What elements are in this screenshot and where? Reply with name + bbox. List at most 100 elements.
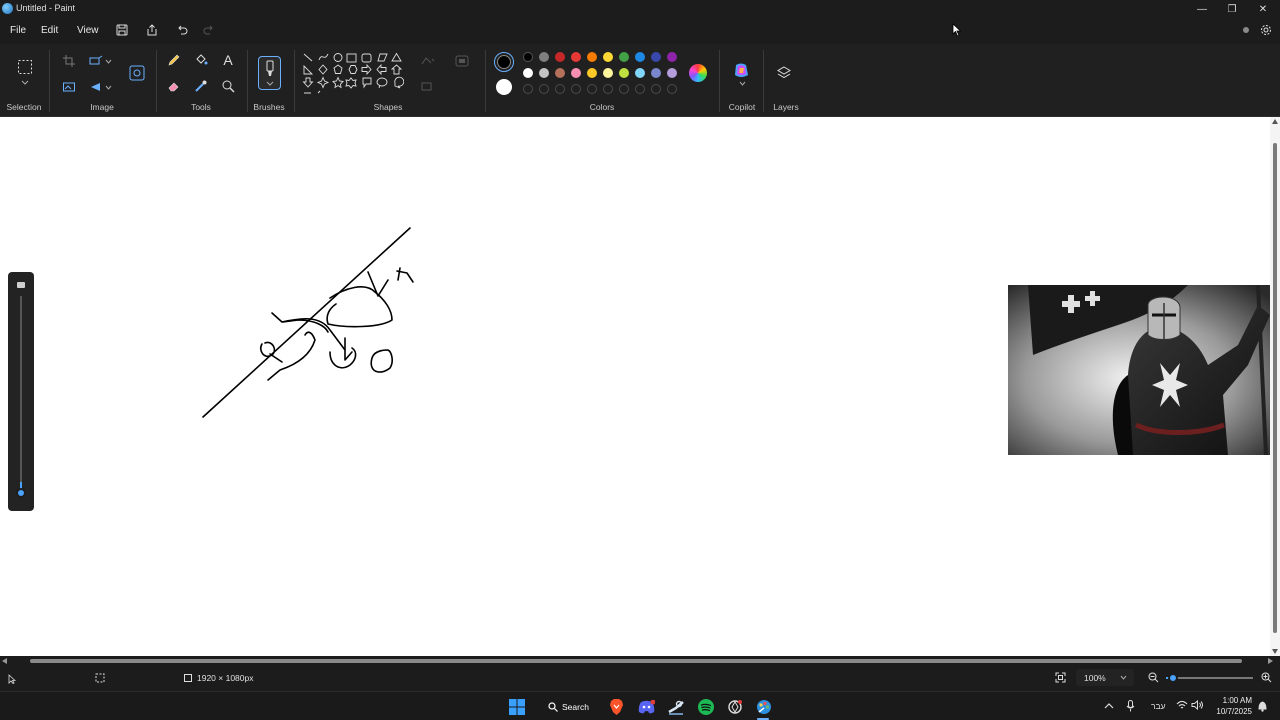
custom-color-slot[interactable] [539,84,549,94]
image-capture-icon[interactable] [128,64,146,82]
zoom-slider-track[interactable] [1166,677,1253,679]
show-hidden-icons-chevron[interactable] [1104,702,1114,709]
shape-outline-icon[interactable] [420,53,436,69]
selection-chevron-icon[interactable] [17,77,33,87]
color-swatch[interactable] [587,52,597,62]
input-language-indicator[interactable]: עבר [1151,701,1166,711]
brushes-button[interactable] [258,56,281,90]
color-swatch[interactable] [619,68,629,78]
pencil-icon[interactable] [166,52,182,68]
color-swatch[interactable] [635,52,645,62]
resize-icon[interactable] [88,53,104,69]
edit-colors-icon[interactable] [689,64,707,82]
undo-icon[interactable] [175,23,189,37]
vertical-scroll-thumb[interactable] [1273,143,1277,633]
custom-color-slot[interactable] [523,84,533,94]
microphone-icon[interactable] [1126,700,1135,712]
fit-to-window-icon[interactable] [1055,672,1066,683]
color-swatch[interactable] [651,52,661,62]
save-icon[interactable] [115,23,129,37]
color-swatch[interactable] [523,68,533,78]
color-swatch[interactable] [571,68,581,78]
brave-browser-icon[interactable] [608,698,625,715]
custom-color-slot[interactable] [635,84,645,94]
color-swatch[interactable] [555,68,565,78]
wifi-icon[interactable] [1176,700,1188,710]
color-swatch[interactable] [603,68,613,78]
zoom-dropdown[interactable]: 100% [1076,669,1134,686]
color-swatch[interactable] [571,52,581,62]
rectangle-selection-icon[interactable] [16,58,34,76]
horizontal-scroll-thumb[interactable] [30,659,1242,663]
primary-color-button[interactable] [494,52,514,72]
shape-size-icon[interactable] [420,78,436,94]
scroll-down-icon[interactable] [1272,649,1278,654]
color-swatch[interactable] [635,68,645,78]
color-swatch[interactable] [523,52,533,62]
layers-icon[interactable] [776,65,792,81]
color-swatch[interactable] [587,68,597,78]
image-ai-icon[interactable] [61,79,77,95]
account-dot-icon[interactable] [1239,23,1253,37]
maximize-button[interactable]: ❐ [1217,0,1247,18]
menu-file[interactable]: File [10,25,26,36]
custom-color-slot[interactable] [667,84,677,94]
magnifier-icon[interactable] [220,78,236,94]
volume-icon[interactable] [1191,700,1203,710]
zoom-slider-thumb[interactable] [1167,673,1178,683]
windows-start-icon[interactable] [508,698,525,715]
zoom-out-icon[interactable] [1148,672,1159,683]
custom-color-slot[interactable] [619,84,629,94]
crop-icon[interactable] [61,53,77,69]
slider-thumb[interactable] [16,488,26,498]
fill-bucket-icon[interactable] [193,52,209,68]
shape-fill-icon[interactable] [454,53,470,69]
close-button[interactable]: ✕ [1248,0,1278,18]
resize-chevron-icon[interactable] [103,53,113,69]
color-swatch[interactable] [667,68,677,78]
custom-color-slot[interactable] [651,84,661,94]
custom-color-slot[interactable] [555,84,565,94]
scroll-left-icon[interactable] [2,658,7,664]
discord-icon[interactable] [638,698,655,715]
menu-view[interactable]: View [77,25,99,36]
menu-edit[interactable]: Edit [41,25,58,36]
scroll-up-icon[interactable] [1272,119,1278,124]
brush-size-slider[interactable] [8,272,34,511]
settings-gear-icon[interactable] [1259,23,1273,37]
notification-bell-icon[interactable] [1257,700,1268,712]
custom-color-slot[interactable] [571,84,581,94]
vertical-scrollbar[interactable] [1270,117,1280,660]
color-swatch[interactable] [539,52,549,62]
eraser-icon[interactable] [166,78,182,94]
redo-icon[interactable] [202,23,216,37]
knight-with-banner-photo[interactable] [1008,285,1280,455]
color-swatch[interactable] [555,52,565,62]
color-swatch[interactable] [619,52,629,62]
taskbar-clock[interactable]: 1:00 AM 10/7/2025 [1210,695,1252,717]
rotate-icon[interactable] [88,79,104,95]
shapes-gallery[interactable] [302,52,404,102]
minimize-button[interactable]: — [1187,0,1217,18]
text-tool-icon[interactable]: A [220,52,236,68]
spotify-icon[interactable] [697,698,714,715]
paint-taskbar-icon[interactable] [755,698,772,715]
zoom-in-icon[interactable] [1261,672,1272,683]
secondary-color-swatch[interactable] [496,79,512,95]
color-swatch[interactable] [651,68,661,78]
chatgpt-icon[interactable] [726,698,743,715]
color-swatch[interactable] [539,68,549,78]
horizontal-scrollbar[interactable] [0,656,1280,665]
copilot-chevron-icon[interactable] [737,79,747,87]
taskbar-search-button[interactable]: Search [541,697,593,716]
color-picker-icon[interactable] [193,78,209,94]
custom-color-slot[interactable] [603,84,613,94]
color-swatch[interactable] [667,52,677,62]
custom-color-slot[interactable] [587,84,597,94]
drawing-canvas[interactable] [0,117,1280,660]
color-swatch[interactable] [603,52,613,62]
share-icon[interactable] [145,23,159,37]
scroll-right-icon[interactable] [1268,658,1273,664]
rotate-chevron-icon[interactable] [103,79,113,95]
steam-icon[interactable] [667,698,684,715]
